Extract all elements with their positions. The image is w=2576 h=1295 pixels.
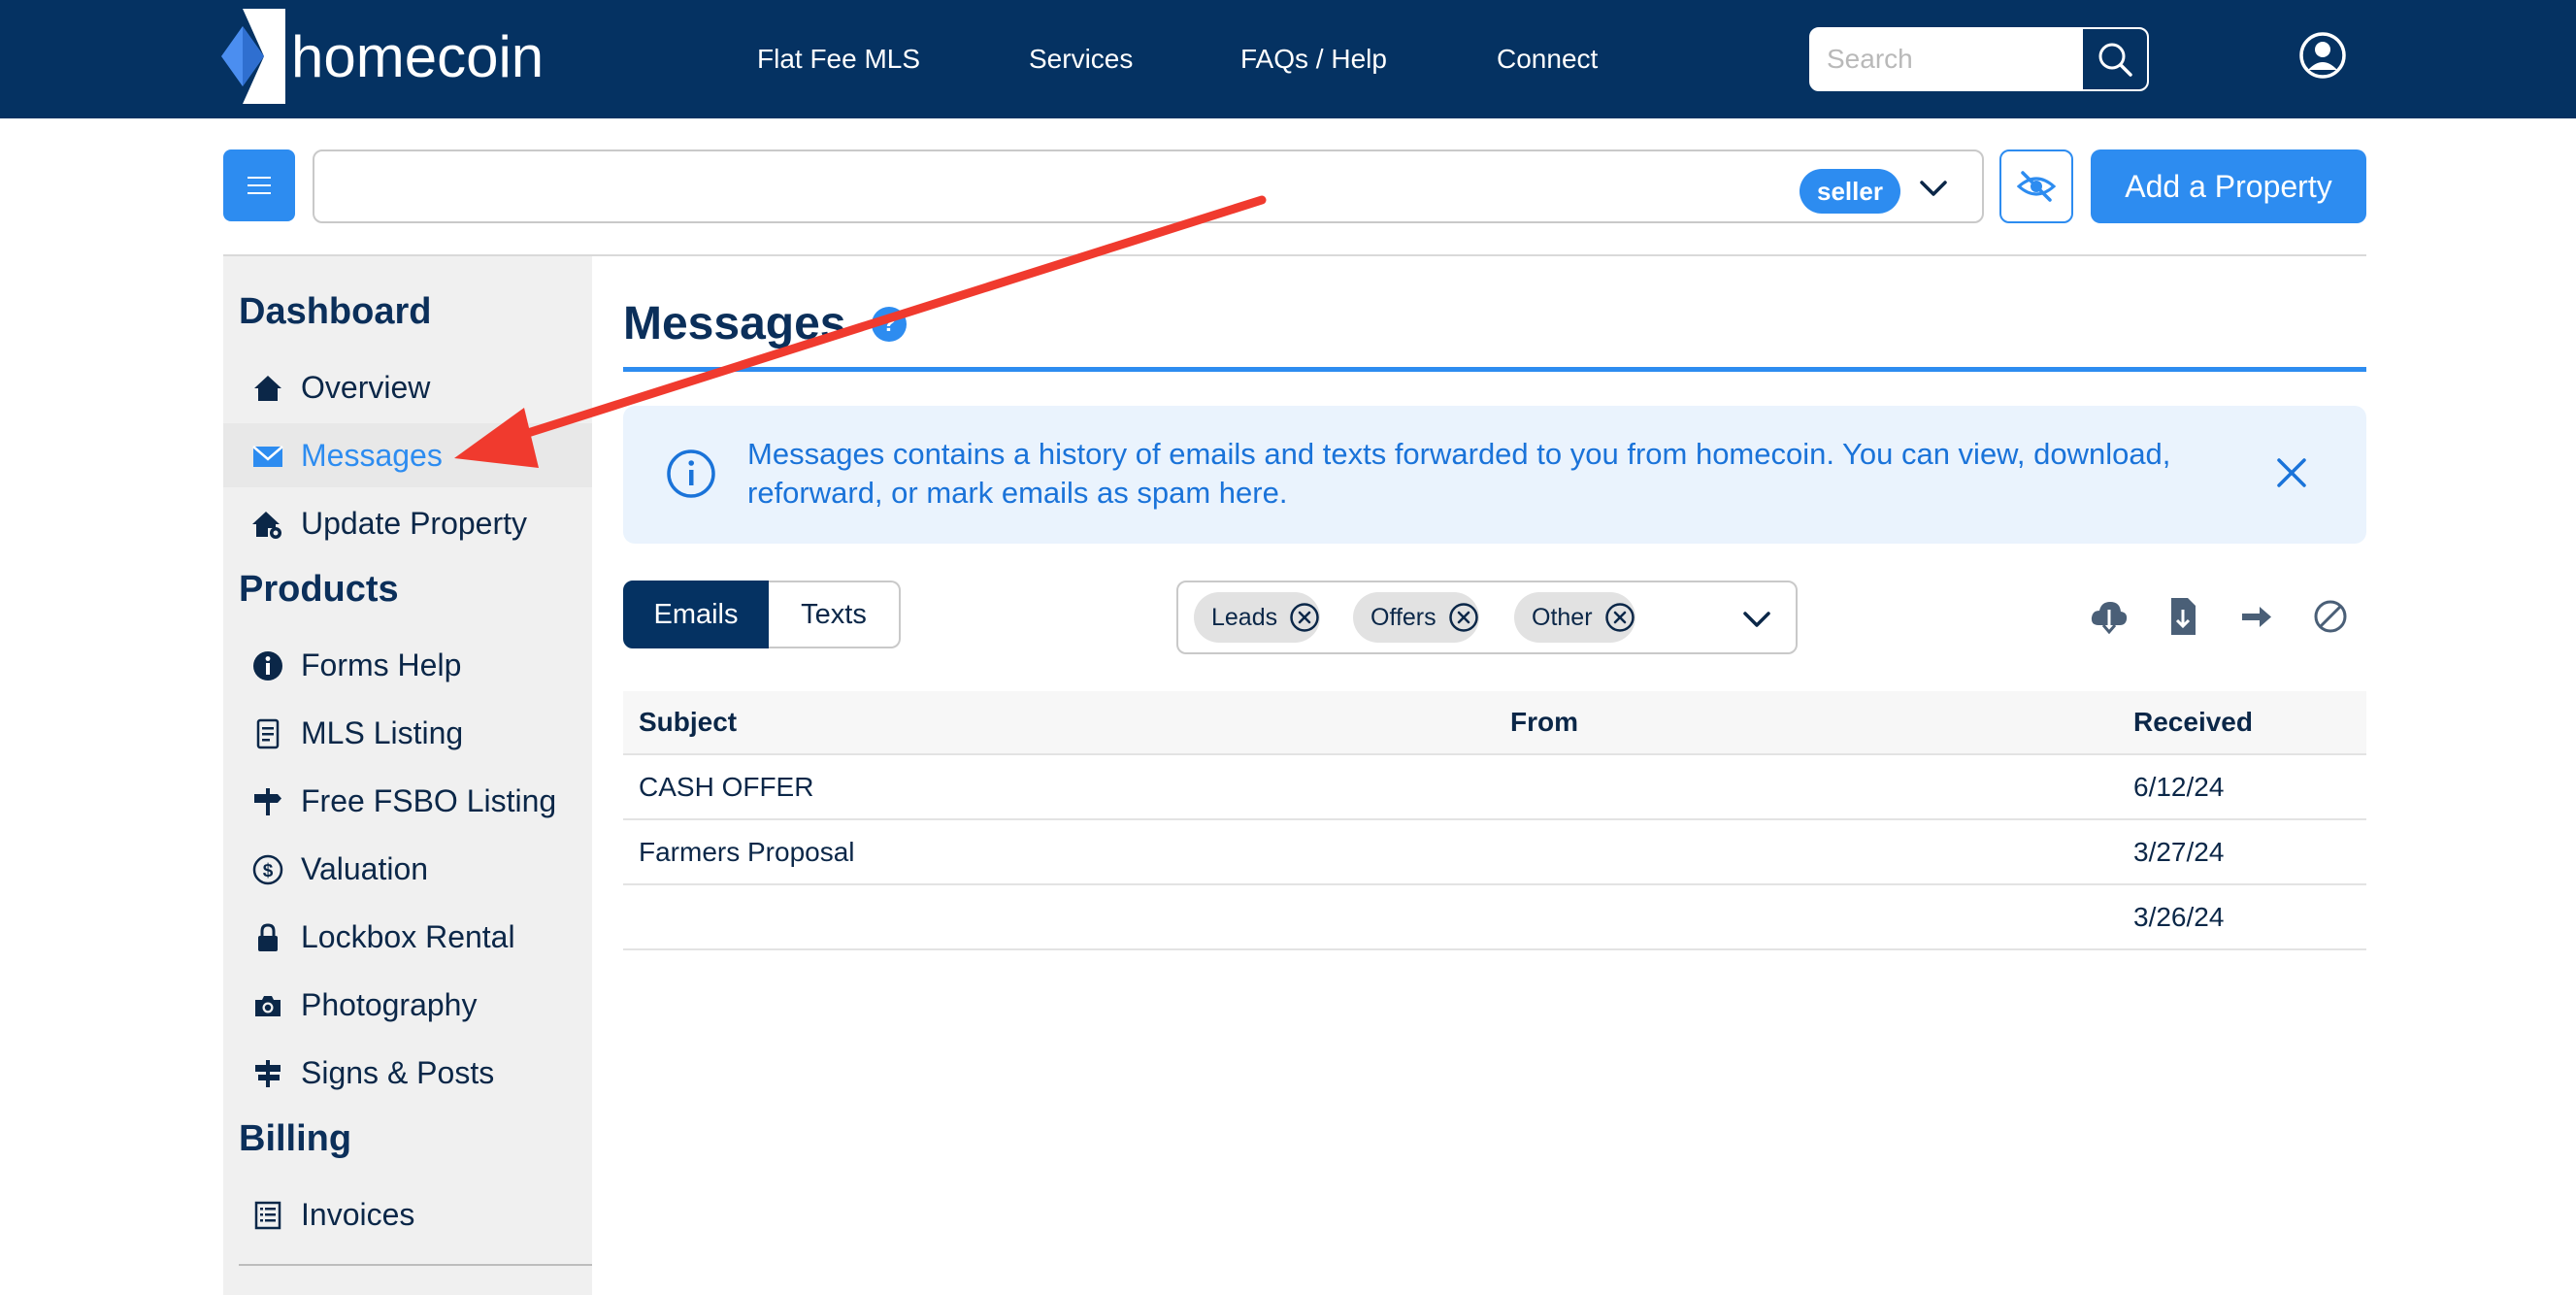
sidebar-item-mls-listing[interactable]: MLS Listing <box>223 701 592 765</box>
filter-chip-label: Offers <box>1371 603 1437 631</box>
filter-chip-label: Other <box>1532 603 1593 631</box>
chevron-down-icon[interactable] <box>1739 602 1774 637</box>
sidebar-item-label: Overview <box>301 369 431 405</box>
lock-icon <box>258 923 278 951</box>
tab-texts[interactable]: Texts <box>769 581 901 648</box>
sidebar-item-update-property[interactable]: Update Property <box>223 491 592 555</box>
sidebar-item-label: Invoices <box>301 1196 415 1232</box>
filter-chip-label: Leads <box>1211 603 1278 631</box>
remove-chip-icon[interactable] <box>1289 602 1320 633</box>
search-button[interactable] <box>2081 29 2147 89</box>
hide-property-button[interactable] <box>1999 149 2073 223</box>
sidebar-item-label: Photography <box>301 986 478 1022</box>
sign-post-icon <box>255 1060 281 1087</box>
property-selector[interactable]: seller <box>313 149 1984 223</box>
nav-flat-fee-mls[interactable]: Flat Fee MLS <box>757 0 920 118</box>
column-header-from[interactable]: From <box>1510 691 1578 753</box>
search-icon <box>2098 43 2132 77</box>
dollar-circle-icon: $ <box>252 854 283 885</box>
sidebar-item-label: MLS Listing <box>301 714 464 750</box>
sidebar: Dashboard Overview Messages Update Prope… <box>223 256 592 1295</box>
column-header-subject[interactable]: Subject <box>639 691 737 753</box>
info-banner-text: Messages contains a history of emails an… <box>747 437 2171 510</box>
column-header-received[interactable]: Received <box>2133 691 2253 753</box>
sidebar-item-label: Signs & Posts <box>301 1054 495 1090</box>
search-box <box>1809 27 2149 91</box>
table-row[interactable]: Farmers Proposal 3/27/24 <box>623 820 2366 885</box>
file-download-icon[interactable] <box>2163 596 2203 637</box>
camera-icon <box>255 996 281 1016</box>
eye-slash-icon <box>2017 171 2056 202</box>
messages-table: Subject From Received CASH OFFER 6/12/24… <box>623 691 2366 950</box>
add-property-button[interactable]: Add a Property <box>2091 149 2366 223</box>
filter-chip-offers: Offers <box>1353 592 1479 643</box>
remove-chip-icon[interactable] <box>1604 602 1635 633</box>
nav-services[interactable]: Services <box>1029 0 1133 118</box>
sidebar-heading-billing: Billing <box>239 1118 352 1159</box>
invoice-icon <box>254 1201 281 1230</box>
category-filter[interactable]: Leads Offers Other <box>1176 581 1798 654</box>
sidebar-item-label: Lockbox Rental <box>301 918 515 954</box>
title-underline <box>623 367 2366 372</box>
sidebar-item-messages[interactable]: Messages <box>223 423 592 487</box>
sidebar-item-invoices[interactable]: Invoices <box>223 1182 592 1246</box>
mark-spam-icon[interactable] <box>2310 596 2351 637</box>
logo-mark-icon <box>221 9 285 104</box>
role-badge: seller <box>1800 169 1900 214</box>
cell-subject: CASH OFFER <box>639 771 814 802</box>
cell-received: 3/27/24 <box>2133 836 2225 867</box>
close-icon[interactable] <box>2273 454 2310 491</box>
remove-chip-icon[interactable] <box>1448 602 1479 633</box>
divider <box>239 1264 592 1266</box>
info-circle-icon <box>253 651 282 681</box>
sidebar-item-photography[interactable]: Photography <box>223 973 592 1037</box>
table-header: Subject From Received <box>623 691 2366 755</box>
sidebar-item-label: Update Property <box>301 505 528 541</box>
cell-received: 6/12/24 <box>2133 771 2225 802</box>
svg-text:$: $ <box>263 861 274 881</box>
sidebar-item-label: Valuation <box>301 850 429 886</box>
help-icon[interactable]: ? <box>872 307 907 342</box>
document-icon <box>256 718 280 749</box>
table-row[interactable]: CASH OFFER 6/12/24 <box>623 755 2366 820</box>
sidebar-heading-dashboard: Dashboard <box>239 291 432 332</box>
sidebar-item-signs-posts[interactable]: Signs & Posts <box>223 1041 592 1105</box>
home-gear-icon <box>252 512 281 539</box>
hamburger-icon <box>248 177 271 194</box>
tab-emails[interactable]: Emails <box>623 581 769 648</box>
message-type-tabs: Emails Texts <box>623 581 901 648</box>
user-account-icon[interactable] <box>2298 31 2347 80</box>
sidebar-item-label: Forms Help <box>301 647 462 682</box>
logo-text: homecoin <box>291 23 545 89</box>
info-circle-icon <box>667 449 715 498</box>
page-title: Messages <box>623 298 846 349</box>
signpost-icon <box>254 788 281 815</box>
sidebar-item-forms-help[interactable]: Forms Help <box>223 633 592 697</box>
sidebar-heading-products: Products <box>239 569 399 610</box>
home-icon <box>254 376 281 401</box>
filter-chip-leads: Leads <box>1194 592 1321 643</box>
sidebar-item-label: Free FSBO Listing <box>301 782 557 818</box>
sidebar-item-lockbox-rental[interactable]: Lockbox Rental <box>223 905 592 969</box>
sidebar-item-overview[interactable]: Overview <box>223 355 592 419</box>
homecoin-logo[interactable]: homecoin <box>221 8 544 105</box>
sidebar-toggle-button[interactable] <box>223 149 295 221</box>
top-navbar: homecoin Flat Fee MLS Services FAQs / He… <box>0 0 2576 118</box>
sidebar-item-label: Messages <box>301 437 443 473</box>
nav-connect[interactable]: Connect <box>1497 0 1598 118</box>
cloud-download-icon[interactable] <box>2089 596 2130 637</box>
cell-subject: Farmers Proposal <box>639 836 855 867</box>
filter-chip-other: Other <box>1514 592 1635 643</box>
table-row[interactable]: 3/26/24 <box>623 885 2366 950</box>
info-banner: Messages contains a history of emails an… <box>623 406 2366 544</box>
chevron-down-icon[interactable] <box>1916 171 1951 206</box>
nav-faqs-help[interactable]: FAQs / Help <box>1240 0 1387 118</box>
envelope-icon <box>252 446 283 467</box>
sidebar-item-valuation[interactable]: $ Valuation <box>223 837 592 901</box>
sidebar-item-free-fsbo-listing[interactable]: Free FSBO Listing <box>223 769 592 833</box>
forward-arrow-icon[interactable] <box>2236 596 2277 637</box>
cell-received: 3/26/24 <box>2133 901 2225 932</box>
